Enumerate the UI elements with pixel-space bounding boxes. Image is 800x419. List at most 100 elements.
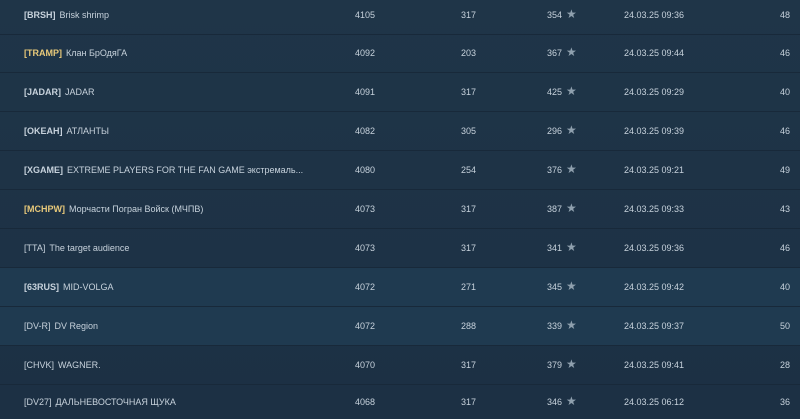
battles-value: 317 [461, 397, 477, 407]
members-value: 40 [779, 282, 790, 292]
rating-value: 4068 [355, 397, 376, 407]
clan-tag[interactable]: [DV27] [24, 397, 52, 407]
date-value: 24.03.25 09:21 [624, 165, 685, 175]
clan-name[interactable]: WAGNER. [58, 360, 101, 370]
members-value: 43 [779, 204, 790, 214]
rating-value: 4072 [355, 282, 376, 292]
star-icon: ★ [566, 394, 577, 408]
table-row[interactable]: [XGAME] EXTREME PLAYERS FOR THE FAN GAME … [0, 151, 800, 190]
date-value: 24.03.25 09:33 [624, 204, 685, 214]
date-value: 24.03.25 09:44 [624, 48, 685, 58]
table-row[interactable]: [63RUS] MID-VOLGA 4072 271 345 ★ 24.03.25… [0, 268, 800, 307]
star-icon: ★ [566, 7, 577, 21]
date-value: 24.03.25 09:36 [624, 243, 685, 253]
rating-value: 4105 [355, 10, 376, 20]
clan-name[interactable]: The target audience [49, 243, 129, 253]
clan-tag[interactable]: [MCHPW] [24, 204, 65, 214]
clan-name[interactable]: Морчасти Погран Войск (МЧПВ) [69, 204, 203, 214]
members-value: 28 [779, 360, 790, 370]
members-value: 50 [779, 321, 790, 331]
clan-tag[interactable]: [JADAR] [24, 87, 61, 97]
battles-value: 305 [461, 126, 477, 136]
table-row[interactable]: [JADAR] JADAR 4091 317 425 ★ 24.03.25 09:… [0, 73, 800, 112]
star-icon: ★ [566, 162, 577, 176]
clan-tag[interactable]: [63RUS] [24, 282, 59, 292]
clan-cell: [TRAMP] Клан БрОдяГА [24, 34, 324, 72]
clan-tag[interactable]: [DV-R] [24, 321, 51, 331]
members-value: 46 [779, 243, 790, 253]
battles-value: 254 [461, 165, 477, 175]
clan-cell: [MCHPW] Морчасти Погран Войск (МЧПВ) [24, 190, 324, 228]
star-icon: ★ [566, 84, 577, 98]
clan-name[interactable]: MID-VOLGA [63, 282, 114, 292]
battles-value: 271 [461, 282, 477, 292]
battles-value: 317 [461, 10, 477, 20]
clan-cell: [TTA] The target audience [24, 229, 324, 267]
rating-value: 4073 [355, 204, 376, 214]
clan-name[interactable]: Клан БрОдяГА [66, 48, 127, 58]
clan-name[interactable]: Brisk shrimp [60, 10, 110, 20]
table-row[interactable]: [TRAMP] Клан БрОдяГА 4092 203 367 ★ 24.03… [0, 34, 800, 73]
rating-value: 4082 [355, 126, 376, 136]
battles-value: 317 [461, 360, 477, 370]
date-value: 24.03.25 09:37 [624, 321, 685, 331]
rating-value: 4073 [355, 243, 376, 253]
date-value: 24.03.25 09:41 [624, 360, 685, 370]
clan-name[interactable]: ДАЛЬНЕВОСТОЧНАЯ ЩУКА [56, 397, 176, 407]
star-icon: ★ [566, 357, 577, 371]
star-icon: ★ [566, 279, 577, 293]
date-value: 24.03.25 06:12 [624, 397, 685, 407]
clan-name[interactable]: EXTREME PLAYERS FOR THE FAN GAME экстрем… [67, 165, 303, 175]
clan-cell: [XGAME] EXTREME PLAYERS FOR THE FAN GAME … [24, 151, 324, 189]
clan-cell: [OKEAH] АТЛАНТЫ [24, 112, 324, 150]
clan-cell: [CHVK] WAGNER. [24, 346, 324, 384]
date-value: 24.03.25 09:36 [624, 10, 685, 20]
table-row[interactable]: [BRSH] Brisk shrimp 4105 317 354 ★ 24.03.… [0, 0, 800, 35]
clan-ratings-table: [BRSH] Brisk shrimp 4105 317 354 ★ 24.03.… [0, 0, 800, 419]
clan-tag[interactable]: [XGAME] [24, 165, 63, 175]
clan-name[interactable]: DV Region [55, 321, 99, 331]
star-icon: ★ [566, 45, 577, 59]
clan-cell: [BRSH] Brisk shrimp [24, 0, 324, 34]
clan-cell: [63RUS] MID-VOLGA [24, 268, 324, 306]
star-icon: ★ [566, 240, 577, 254]
table-row[interactable]: [DV-R] DV Region 4072 288 339 ★ 24.03.25 … [0, 307, 800, 346]
star-icon: ★ [566, 123, 577, 137]
clan-tag[interactable]: [CHVK] [24, 360, 54, 370]
battles-value: 317 [461, 243, 477, 253]
table-row[interactable]: [TTA] The target audience 4073 317 341 ★ … [0, 229, 800, 268]
members-value: 46 [779, 48, 790, 58]
clan-tag[interactable]: [OKEAH] [24, 126, 63, 136]
clan-tag[interactable]: [TTA] [24, 243, 45, 253]
table-row[interactable]: [DV27] ДАЛЬНЕВОСТОЧНАЯ ЩУКА 4068 317 346 … [0, 383, 800, 419]
battles-value: 317 [461, 87, 477, 97]
members-value: 48 [779, 10, 790, 20]
rating-value: 4072 [355, 321, 376, 331]
clan-tag[interactable]: [TRAMP] [24, 48, 62, 58]
rating-value: 4092 [355, 48, 376, 58]
clan-name[interactable]: JADAR [65, 87, 95, 97]
date-value: 24.03.25 09:42 [624, 282, 685, 292]
clan-tag[interactable]: [BRSH] [24, 10, 56, 20]
members-value: 40 [779, 87, 790, 97]
members-value: 36 [779, 397, 790, 407]
clan-cell: [JADAR] JADAR [24, 73, 324, 111]
star-icon: ★ [566, 201, 577, 215]
battles-value: 317 [461, 204, 477, 214]
star-icon: ★ [566, 318, 577, 332]
clan-name[interactable]: АТЛАНТЫ [67, 126, 109, 136]
table-row[interactable]: [MCHPW] Морчасти Погран Войск (МЧПВ) 4073… [0, 190, 800, 229]
table-row[interactable]: [OKEAH] АТЛАНТЫ 4082 305 296 ★ 24.03.25 0… [0, 112, 800, 151]
members-value: 49 [779, 165, 790, 175]
clan-cell: [DV27] ДАЛЬНЕВОСТОЧНАЯ ЩУКА [24, 383, 324, 419]
table-row[interactable]: [CHVK] WAGNER. 4070 317 379 ★ 24.03.25 09… [0, 346, 800, 385]
rating-value: 4080 [355, 165, 376, 175]
rating-value: 4070 [355, 360, 376, 370]
battles-value: 203 [461, 48, 477, 58]
rating-value: 4091 [355, 87, 376, 97]
battles-value: 288 [461, 321, 477, 331]
clan-cell: [DV-R] DV Region [24, 307, 324, 345]
date-value: 24.03.25 09:29 [624, 87, 685, 97]
date-value: 24.03.25 09:39 [624, 126, 685, 136]
members-value: 46 [779, 126, 790, 136]
